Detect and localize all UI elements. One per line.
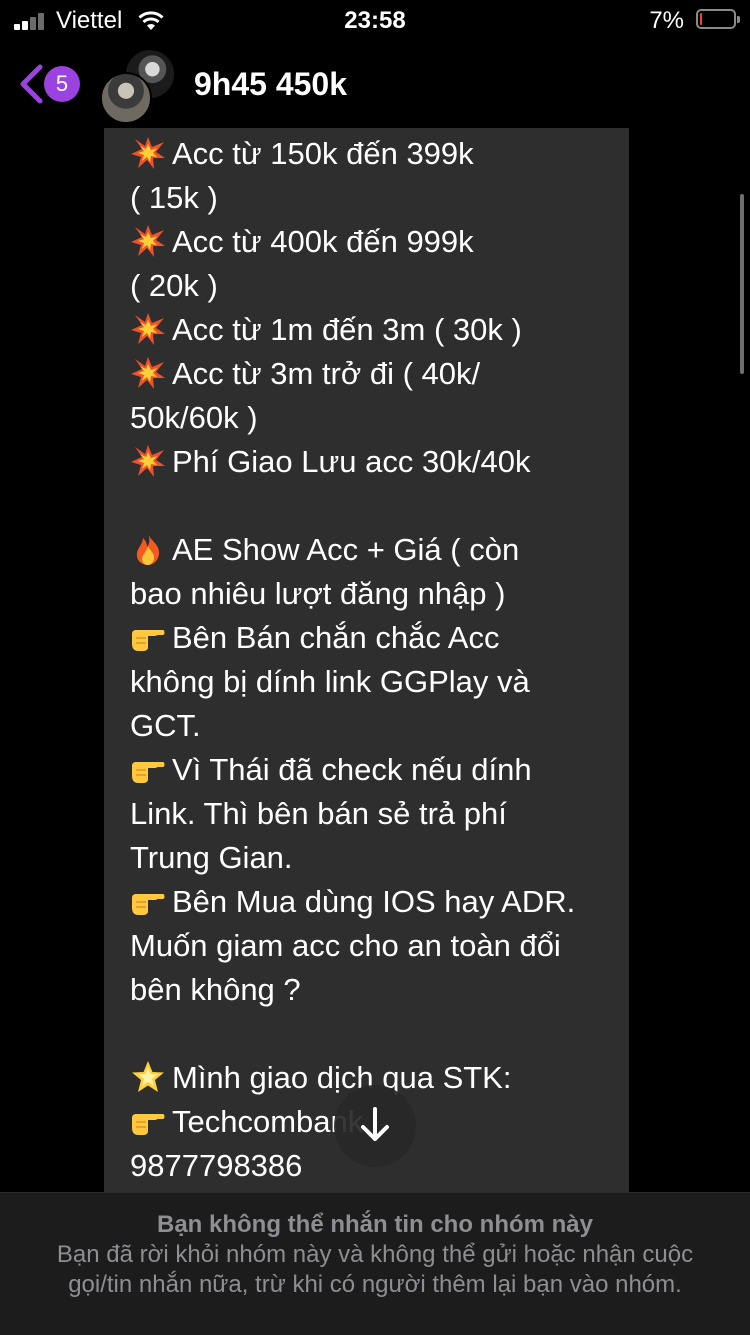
avatar [100, 72, 152, 124]
message-bubble[interactable]: Acc từ 10k đến 149k ( 10k )Acc từ 150k đ… [104, 128, 629, 1192]
message-line-text: ( 15k ) [130, 180, 218, 215]
collision-emoji-icon [130, 356, 172, 391]
battery-level [700, 13, 702, 25]
notice-title: Bạn không thể nhắn tin cho nhóm này [157, 1211, 593, 1238]
chevron-left-icon[interactable] [18, 64, 44, 104]
collision-emoji-icon [130, 312, 172, 347]
message-line: Link. Thì bên bán sẻ trả phí [130, 792, 609, 836]
message-line-text: bên không ? [130, 972, 301, 1007]
message-line-text: Acc từ 1m đến 3m ( 30k ) [172, 312, 522, 347]
message-line-text: Link. Thì bên bán sẻ trả phí [130, 796, 507, 831]
message-line: Trung Gian. [130, 836, 609, 880]
message-list[interactable]: Acc từ 10k đến 149k ( 10k )Acc từ 150k đ… [0, 128, 750, 1192]
pointing-hand-emoji-icon [130, 752, 172, 787]
chat-title[interactable]: 9h45 450k [194, 66, 347, 103]
message-line [130, 1012, 609, 1056]
message-line-text: Mình giao dịch qua STK: [172, 1060, 512, 1095]
message-line: không bị dính link GGPlay và [130, 660, 609, 704]
message-line: Acc từ 150k đến 399k [130, 132, 609, 176]
message-line-text: Acc từ 3m trở đi ( 40k/ [172, 356, 481, 391]
cannot-message-notice: Bạn không thể nhắn tin cho nhóm này Bạn … [0, 1192, 750, 1335]
message-text: Acc từ 10k đến 149k ( 10k )Acc từ 150k đ… [130, 128, 609, 1188]
message-line: GCT. [130, 704, 609, 748]
message-line-text: Trung Gian. [130, 840, 293, 875]
notice-body: Bạn đã rời khỏi nhóm này và không thể gử… [56, 1241, 694, 1298]
message-line-text: Bên Bán chắn chắc Acc [172, 620, 500, 655]
message-line: Muốn giam acc cho an toàn đổi [130, 924, 609, 968]
clock: 23:58 [344, 7, 406, 34]
message-line-text: ( 20k ) [130, 268, 218, 303]
glowing-star-emoji-icon [130, 1060, 172, 1095]
message-line-text: không bị dính link GGPlay và [130, 664, 530, 699]
message-line-text: Acc từ 150k đến 399k [172, 136, 474, 171]
pointing-hand-emoji-icon [130, 620, 172, 655]
collision-emoji-icon [130, 224, 172, 259]
scroll-to-bottom-button[interactable] [334, 1085, 416, 1167]
message-line: Acc từ 1m đến 3m ( 30k ) [130, 308, 609, 352]
status-bar: Viettel 23:58 7% [0, 0, 750, 44]
message-line: Phí Giao Lưu acc 30k/40k [130, 440, 609, 484]
message-line-text: 9877798386 [130, 1148, 303, 1183]
message-line-text: bao nhiêu lượt đăng nhập ) [130, 576, 506, 611]
message-line: Bên Bán chắn chắc Acc [130, 616, 609, 660]
message-line-text: Acc từ 400k đến 999k [172, 224, 474, 259]
scrollbar[interactable] [740, 194, 744, 374]
battery-percentage: 7% [649, 7, 684, 34]
message-line: AE Show Acc + Giá ( còn [130, 528, 609, 572]
pointing-hand-emoji-icon [130, 1104, 172, 1139]
message-line: Acc từ 400k đến 999k [130, 220, 609, 264]
arrow-down-icon [361, 1107, 389, 1141]
message-line [130, 484, 609, 528]
pointing-hand-emoji-icon [130, 884, 172, 919]
chat-header: 5 9h45 450k [0, 44, 750, 128]
collision-emoji-icon [130, 136, 172, 171]
message-line: bên không ? [130, 968, 609, 1012]
message-line: ( 15k ) [130, 176, 609, 220]
message-line-text: Bên Mua dùng IOS hay ADR. [172, 884, 576, 919]
message-line-text: GCT. [130, 708, 201, 743]
message-line-text: Vì Thái đã check nếu dính [172, 752, 532, 787]
message-line: Bên Mua dùng IOS hay ADR. [130, 880, 609, 924]
message-line: ( 20k ) [130, 264, 609, 308]
message-line: bao nhiêu lượt đăng nhập ) [130, 572, 609, 616]
message-line-text: 50k/60k ) [130, 400, 258, 435]
message-line: Vì Thái đã check nếu dính [130, 748, 609, 792]
message-line-text: Phí Giao Lưu acc 30k/40k [172, 444, 531, 479]
group-avatar[interactable] [100, 48, 176, 124]
fire-emoji-icon [130, 532, 172, 567]
collision-emoji-icon [130, 444, 172, 479]
battery-icon [696, 9, 740, 29]
message-line-text: Muốn giam acc cho an toàn đổi [130, 928, 561, 963]
message-line-text: AE Show Acc + Giá ( còn [172, 532, 520, 567]
message-line: Acc từ 3m trở đi ( 40k/ [130, 352, 609, 396]
message-line: 50k/60k ) [130, 396, 609, 440]
unread-count-badge[interactable]: 5 [44, 66, 80, 102]
